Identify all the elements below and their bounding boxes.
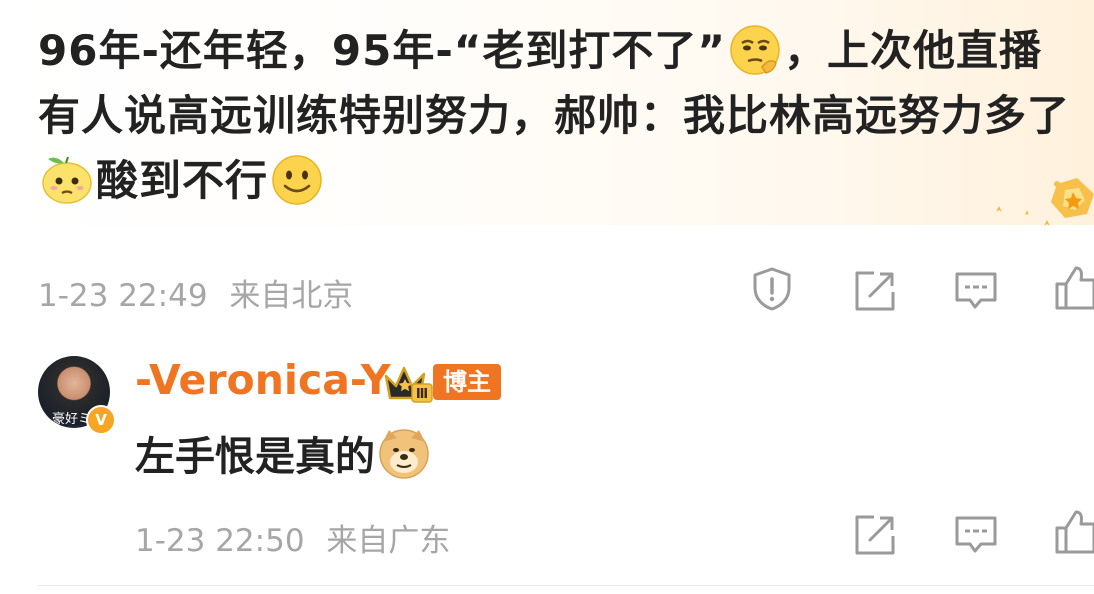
reply-text: 左手恨是真的 — [135, 434, 375, 480]
reply-meta: 1-23 22:50 来自广东 — [135, 515, 450, 560]
post-meta: 1-23 22:49 来自北京 — [38, 270, 353, 315]
reply-share-icon[interactable] — [852, 512, 898, 558]
divider — [38, 585, 1094, 586]
crown-level: Ⅲ — [416, 387, 428, 402]
thinking-face-icon — [730, 25, 780, 75]
reply-comment-icon[interactable] — [953, 512, 999, 558]
verified-badge-icon: V — [86, 405, 116, 435]
post-text-part3: 酸到不行 — [96, 156, 269, 205]
reply-like-icon[interactable] — [1054, 508, 1094, 554]
reply-timestamp: 1-23 22:50 — [135, 523, 305, 559]
share-icon[interactable] — [852, 268, 898, 314]
reply-source: 来自广东 — [326, 523, 451, 559]
reply-username[interactable]: -Veronica-Y — [135, 356, 391, 404]
author-tag: 博主 — [433, 364, 501, 400]
report-shield-icon[interactable] — [749, 266, 795, 312]
doge-icon — [379, 429, 429, 479]
post-content: 96年-还年轻，95年-“老到打不了” ，上次他直播有人说高远训练特别努力，郝帅… — [38, 18, 1083, 213]
post-source: 来自北京 — [229, 278, 354, 314]
like-icon[interactable] — [1054, 264, 1094, 310]
post-text-part1: 96年-还年轻，95年-“老到打不了” — [38, 26, 726, 75]
lemon-face-icon — [42, 156, 92, 204]
crown-level-icon: Ⅲ — [384, 366, 433, 403]
comment-icon[interactable] — [953, 268, 999, 314]
reply-content: 左手恨是真的 — [135, 424, 433, 482]
smile-face-icon — [272, 155, 322, 205]
verified-mark: V — [95, 411, 107, 429]
post-timestamp: 1-23 22:49 — [38, 278, 208, 314]
